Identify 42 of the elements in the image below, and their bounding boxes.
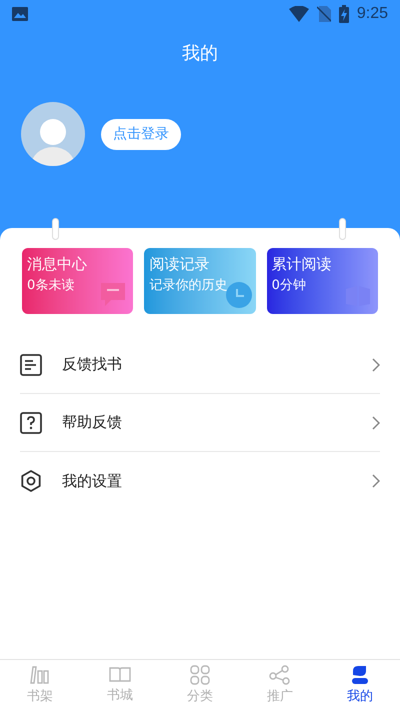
card-title: 累计阅读: [272, 254, 332, 274]
chevron-right-icon: [372, 358, 380, 372]
card-subtitle: 0条未读: [27, 277, 74, 295]
tab[interactable]: 分类: [160, 660, 240, 711]
book-icon: [346, 286, 370, 306]
wifi-icon: [288, 6, 309, 22]
open-book-icon: [109, 666, 131, 684]
stat-card[interactable]: 阅读记录 记录你的历史: [144, 248, 256, 314]
login-button[interactable]: 点击登录: [101, 118, 181, 150]
clock-time: 9:25: [356, 4, 388, 24]
image-icon: [12, 7, 28, 21]
menu-item[interactable]: 帮助反馈: [20, 394, 380, 452]
card-title: 消息中心: [27, 254, 87, 274]
avatar-icon: [21, 102, 85, 166]
card-subtitle: 记录你的历史: [149, 277, 228, 295]
card-title: 阅读记录: [149, 254, 210, 274]
stat-card[interactable]: 累计阅读 0分钟: [266, 248, 378, 314]
stat-card[interactable]: 消息中心 0条未读: [22, 248, 134, 314]
chat-icon: [99, 280, 128, 308]
bookshelf-icon: [30, 664, 50, 685]
menu-label: 我的设置: [62, 470, 123, 492]
clock-icon: [226, 282, 252, 308]
document-icon: [20, 354, 42, 376]
tab[interactable]: 我的: [320, 660, 400, 711]
settings-icon: [20, 470, 42, 492]
no-sim-icon: [316, 6, 331, 22]
menu-item[interactable]: 反馈找书: [20, 336, 380, 394]
menu-item[interactable]: 我的设置: [20, 452, 380, 510]
tab[interactable]: 推广: [240, 660, 320, 711]
tab[interactable]: 书架: [0, 660, 80, 711]
card-subtitle: 0分钟: [272, 277, 306, 295]
tab[interactable]: 书城: [80, 660, 160, 711]
menu-label: 帮助反馈: [62, 412, 123, 434]
battery-charging-icon: [338, 5, 349, 23]
person-icon: [350, 664, 370, 685]
share-icon: [269, 664, 291, 685]
page-title: 我的: [182, 42, 218, 66]
chevron-right-icon: [372, 474, 380, 488]
menu-label: 反馈找书: [62, 354, 123, 376]
help-icon: [20, 412, 42, 434]
grid-icon: [190, 664, 210, 685]
chevron-right-icon: [372, 416, 380, 430]
